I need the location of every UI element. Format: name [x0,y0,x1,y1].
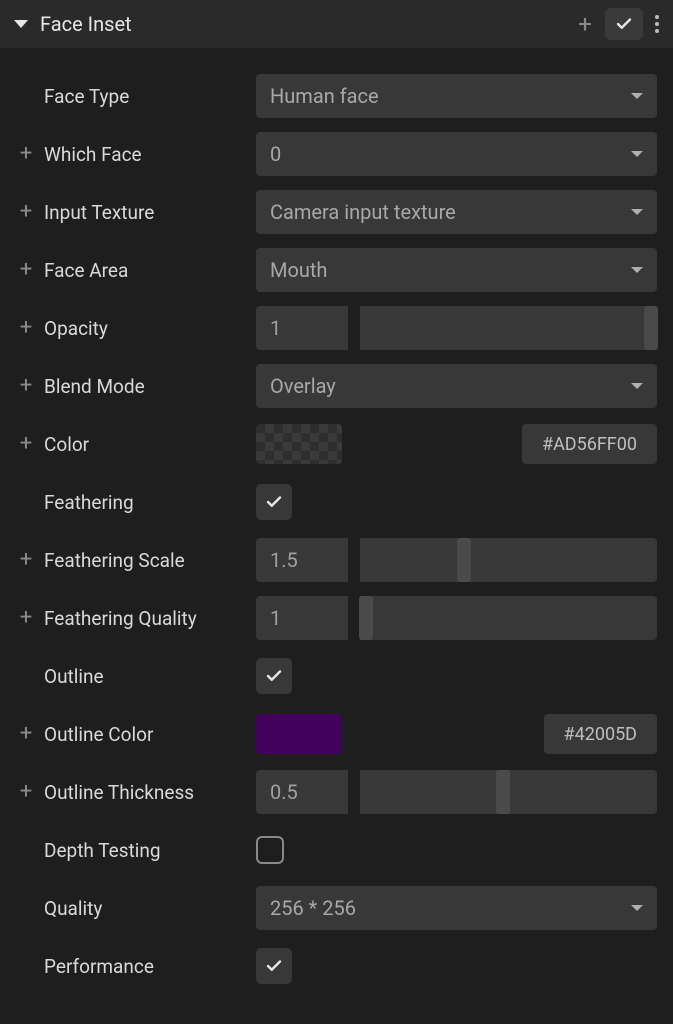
row-quality: + Quality 256 * 256 [16,886,657,930]
slider-handle[interactable] [359,596,373,640]
quality-value: 256 * 256 [270,896,356,920]
row-input-texture: + Input Texture Camera input texture [16,190,657,234]
feathering-quality-slider[interactable] [360,596,657,640]
keyframe-plus-icon[interactable]: + [16,201,36,223]
panel-body: + Face Type Human face + Which Face 0 [0,48,673,1014]
label-color: Color [44,433,89,456]
chevron-down-icon [631,383,643,389]
input-texture-select[interactable]: Camera input texture [256,190,657,234]
keyframe-plus-icon[interactable]: + [16,607,36,629]
slider-handle[interactable] [457,538,471,582]
label-which-face: Which Face [44,143,142,166]
row-face-type: + Face Type Human face [16,74,657,118]
face-type-value: Human face [270,84,379,108]
row-outline-thickness: + Outline Thickness 0.5 [16,770,657,814]
label-outline: Outline [44,665,104,688]
opacity-input[interactable]: 1 [256,306,348,350]
keyframe-plus-icon[interactable]: + [16,723,36,745]
label-opacity: Opacity [44,317,108,340]
outline-color-hex-field[interactable]: #42005D [544,714,657,754]
row-feathering-quality: + Feathering Quality 1 [16,596,657,640]
outline-checkbox[interactable] [256,658,292,694]
label-face-type: Face Type [44,85,129,108]
label-feathering-quality: Feathering Quality [44,607,197,630]
row-outline-color: + Outline Color #42005D [16,712,657,756]
feathering-quality-value: 1 [270,606,281,630]
feathering-scale-slider[interactable] [360,538,657,582]
face-inset-panel: Face Inset + + Face Type Human face + [0,0,673,1014]
blend-mode-value: Overlay [270,374,336,398]
keyframe-plus-icon[interactable]: + [16,433,36,455]
face-area-select[interactable]: Mouth [256,248,657,292]
check-icon [615,15,633,33]
opacity-slider[interactable] [360,306,657,350]
chevron-down-icon [631,905,643,911]
row-blend-mode: + Blend Mode Overlay [16,364,657,408]
label-outline-color: Outline Color [44,723,153,746]
label-input-texture: Input Texture [44,201,154,224]
row-feathering: + Feathering [16,480,657,524]
row-opacity: + Opacity 1 [16,306,657,350]
label-feathering: Feathering [44,491,134,514]
outline-thickness-value: 0.5 [270,780,298,804]
input-texture-value: Camera input texture [270,200,456,224]
keyframe-plus-icon[interactable]: + [16,317,36,339]
feathering-scale-input[interactable]: 1.5 [256,538,348,582]
keyframe-plus-icon[interactable]: + [16,549,36,571]
row-face-area: + Face Area Mouth [16,248,657,292]
outline-thickness-input[interactable]: 0.5 [256,770,348,814]
panel-title: Face Inset [40,12,571,36]
outline-color-swatch[interactable] [256,714,342,754]
performance-checkbox[interactable] [256,948,292,984]
collapse-caret-icon[interactable] [14,20,28,28]
feathering-scale-value: 1.5 [270,548,298,572]
chevron-down-icon [631,93,643,99]
label-outline-thickness: Outline Thickness [44,781,194,804]
opacity-value: 1 [270,316,281,340]
label-performance: Performance [44,955,154,978]
which-face-select[interactable]: 0 [256,132,657,176]
check-icon [265,667,283,685]
row-color: + Color #AD56FF00 [16,422,657,466]
feathering-quality-input[interactable]: 1 [256,596,348,640]
color-hex-field[interactable]: #AD56FF00 [522,424,657,464]
feathering-checkbox[interactable] [256,484,292,520]
add-icon[interactable]: + [571,10,599,38]
chevron-down-icon [631,151,643,157]
check-icon [265,493,283,511]
color-swatch[interactable] [256,424,342,464]
which-face-value: 0 [270,142,281,166]
face-type-select[interactable]: Human face [256,74,657,118]
label-quality: Quality [44,897,102,920]
keyframe-plus-icon[interactable]: + [16,781,36,803]
row-outline: + Outline [16,654,657,698]
check-icon [265,957,283,975]
label-feathering-scale: Feathering Scale [44,549,185,572]
face-area-value: Mouth [270,258,327,282]
enable-toggle[interactable] [605,8,643,40]
blend-mode-select[interactable]: Overlay [256,364,657,408]
label-face-area: Face Area [44,259,128,282]
outline-color-hex-value: #42005D [564,724,637,745]
row-performance: + Performance [16,944,657,988]
label-depth-testing: Depth Testing [44,839,161,862]
depth-testing-checkbox[interactable] [256,836,284,864]
chevron-down-icon [631,209,643,215]
label-blend-mode: Blend Mode [44,375,145,398]
panel-header: Face Inset + [0,0,673,48]
color-hex-value: #AD56FF00 [542,434,637,455]
more-icon[interactable] [649,15,663,33]
chevron-down-icon [631,267,643,273]
row-which-face: + Which Face 0 [16,132,657,176]
quality-select[interactable]: 256 * 256 [256,886,657,930]
slider-handle[interactable] [496,770,510,814]
outline-thickness-slider[interactable] [360,770,657,814]
slider-handle[interactable] [644,306,658,350]
keyframe-plus-icon[interactable]: + [16,259,36,281]
row-depth-testing: + Depth Testing [16,828,657,872]
row-feathering-scale: + Feathering Scale 1.5 [16,538,657,582]
keyframe-plus-icon[interactable]: + [16,143,36,165]
keyframe-plus-icon[interactable]: + [16,375,36,397]
